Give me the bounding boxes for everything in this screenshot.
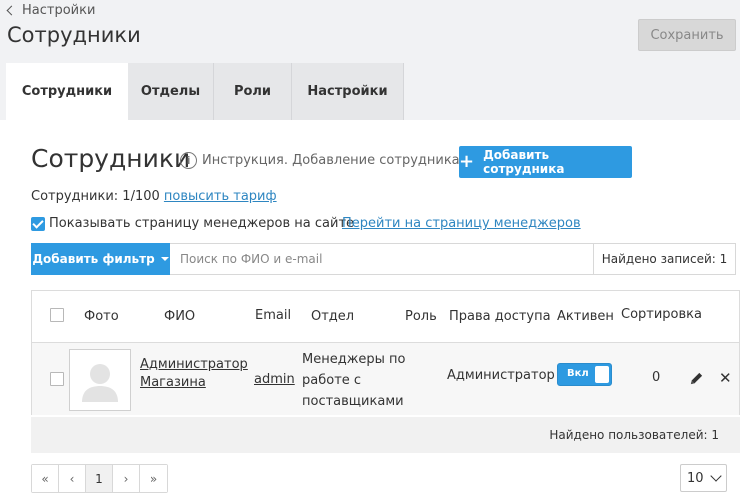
page-current[interactable]: 1	[86, 465, 113, 492]
employee-sort: 0	[652, 370, 661, 385]
tab-roles[interactable]: Роли	[214, 63, 292, 120]
pagination: « ‹ 1 › »	[31, 464, 168, 493]
page-first-button[interactable]: «	[32, 465, 59, 492]
instruction-link[interactable]: i Инструкция. Добавление сотрудника	[180, 152, 460, 169]
column-department[interactable]: Отдел	[311, 309, 354, 324]
employee-access: Администратор	[447, 368, 555, 383]
employee-name-line1: Администратор	[140, 357, 248, 372]
quota-text: Сотрудники: 1/100	[31, 189, 160, 204]
avatar	[69, 349, 131, 411]
department-line1: Менеджеры по	[302, 352, 406, 367]
add-filter-label: Добавить фильтр	[32, 252, 155, 266]
show-managers-option: Показывать страницу менеджеров на сайте	[31, 216, 354, 231]
column-name[interactable]: ФИО	[164, 309, 195, 324]
chevron-down-icon	[710, 470, 722, 482]
toggle-knob	[595, 366, 609, 383]
back-label: Настройки	[22, 3, 96, 18]
tab-settings[interactable]: Настройки	[292, 63, 404, 120]
section-title: Сотрудники	[31, 144, 191, 173]
column-photo: Фото	[84, 309, 119, 324]
active-toggle[interactable]: Вкл	[557, 363, 612, 386]
column-sort[interactable]: Сортировка	[621, 307, 702, 322]
row-checkbox[interactable]	[50, 372, 64, 386]
show-managers-label: Показывать страницу менеджеров на сайте	[49, 216, 355, 231]
search-input[interactable]	[170, 244, 593, 274]
add-employee-label: Добавить сотрудника	[483, 148, 565, 176]
save-button[interactable]: Сохранить	[638, 19, 736, 51]
page-next-button[interactable]: ›	[113, 465, 140, 492]
filter-bar: Добавить фильтр Найдено записей: 1	[31, 243, 736, 275]
pencil-icon[interactable]	[689, 371, 704, 386]
employee-department: Менеджеры по работе с поставщиками	[302, 349, 406, 412]
department-line2: работе с	[302, 373, 362, 388]
upgrade-plan-link[interactable]: повысить тариф	[164, 189, 277, 204]
table-row: Администратор Магазина admin Менеджеры п…	[32, 343, 739, 415]
column-email[interactable]: Email	[255, 308, 291, 323]
users-found: Найдено пользователей: 1	[549, 428, 719, 442]
employee-name-line2: Магазина	[140, 375, 206, 390]
page-prev-button[interactable]: ‹	[59, 465, 86, 492]
info-icon: i	[180, 152, 197, 169]
column-role[interactable]: Роль	[405, 309, 437, 324]
tab-departments[interactable]: Отделы	[128, 63, 214, 120]
back-link[interactable]: Настройки	[6, 3, 96, 18]
employee-quota: Сотрудники: 1/100 повысить тариф	[31, 189, 277, 204]
caret-down-icon	[160, 257, 169, 261]
active-toggle-label: Вкл	[567, 368, 589, 379]
add-employee-button[interactable]: + Добавить сотрудника	[459, 146, 632, 178]
table-footer: Найдено пользователей: 1	[31, 417, 740, 453]
plus-icon: +	[459, 151, 475, 172]
records-found: Найдено записей: 1	[593, 244, 735, 274]
per-page-value: 10	[687, 470, 704, 486]
column-active[interactable]: Активен	[557, 309, 614, 324]
tab-bar: Сотрудники Отделы Роли Настройки	[6, 63, 404, 120]
employees-table: Фото ФИО Email Отдел Роль Права доступа …	[31, 290, 740, 415]
select-all-checkbox[interactable]	[50, 308, 64, 322]
department-line3: поставщиками	[302, 394, 404, 409]
goto-managers-link[interactable]: Перейти на страницу менеджеров	[342, 216, 581, 231]
page-last-button[interactable]: »	[140, 465, 167, 492]
close-icon[interactable]: ✕	[719, 369, 732, 387]
instruction-label: Инструкция. Добавление сотрудника	[202, 153, 460, 168]
show-managers-checkbox[interactable]	[31, 216, 45, 231]
user-placeholder-icon	[82, 364, 118, 402]
table-header: Фото ФИО Email Отдел Роль Права доступа …	[32, 291, 739, 343]
column-access[interactable]: Права доступа	[449, 309, 551, 324]
employee-name-link[interactable]: Администратор Магазина	[140, 356, 248, 392]
add-filter-button[interactable]: Добавить фильтр	[31, 243, 170, 275]
tab-employees[interactable]: Сотрудники	[6, 63, 128, 120]
per-page-select[interactable]: 10	[680, 464, 727, 492]
employee-email-link[interactable]: admin	[254, 372, 295, 387]
chevron-left-icon	[6, 5, 17, 16]
page-title: Сотрудники	[7, 23, 141, 47]
